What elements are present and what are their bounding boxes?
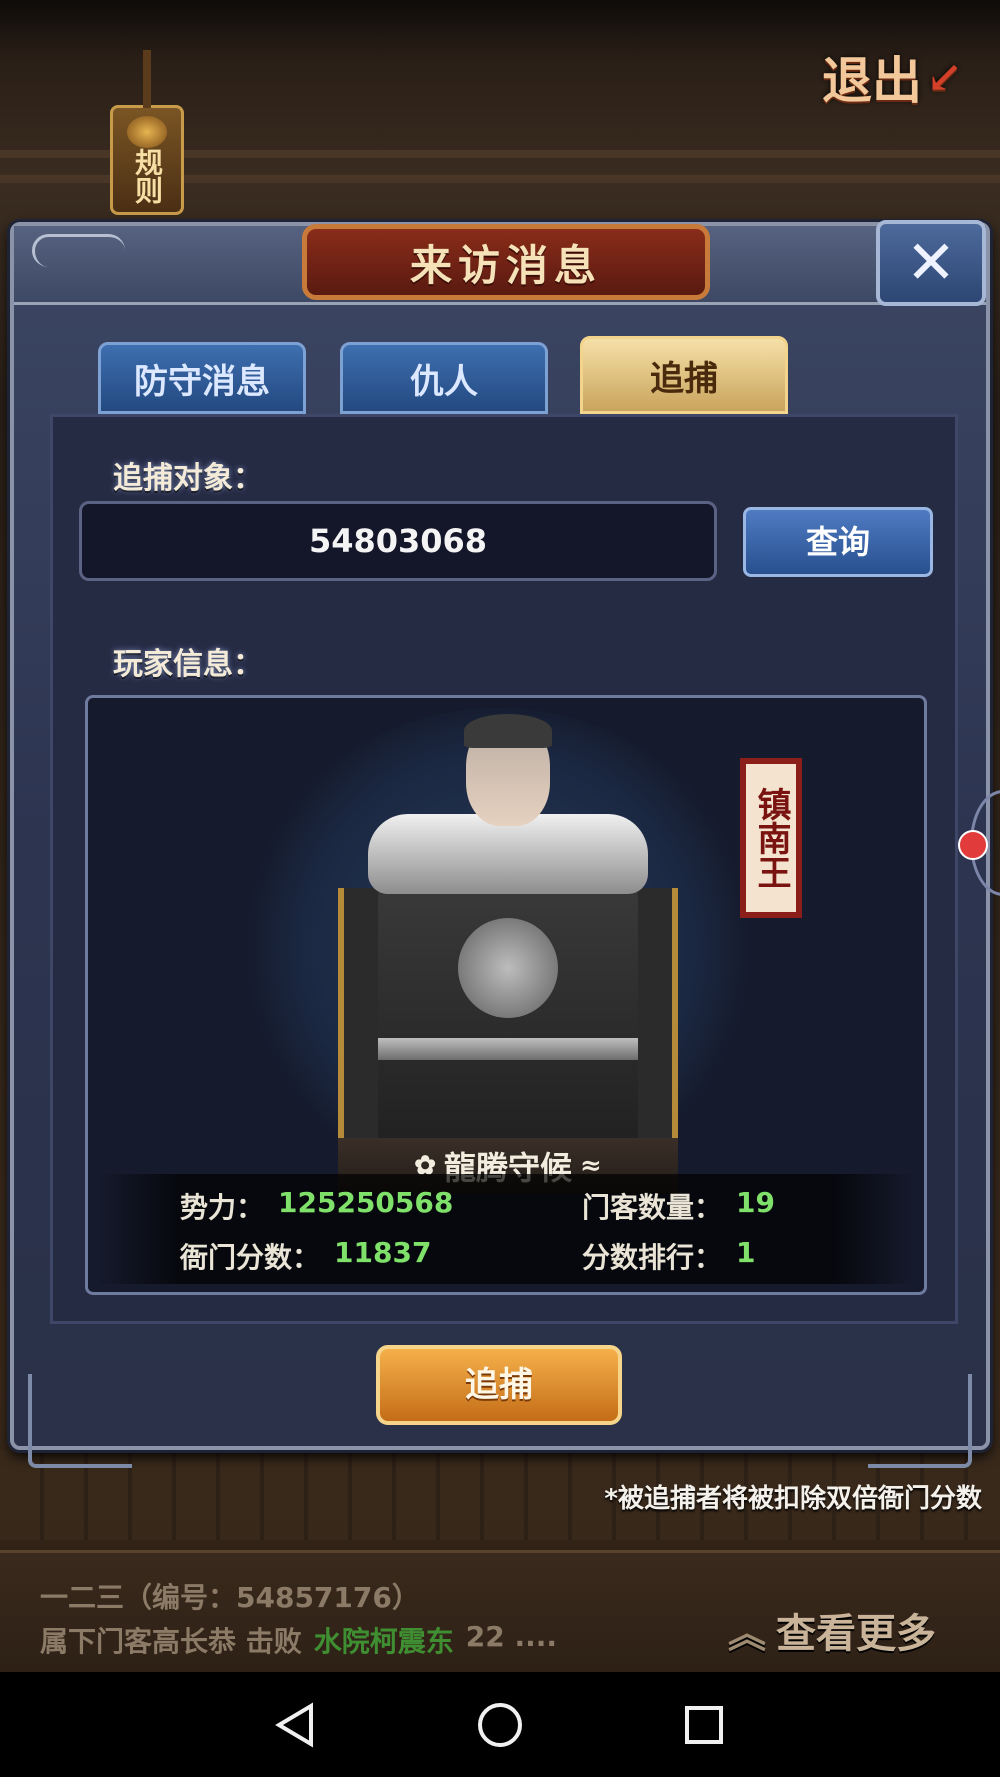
back-button[interactable] (236, 1672, 356, 1777)
target-id-input[interactable]: 54803068 (79, 501, 717, 581)
log-line-1: 一二三（编号：54857176） (40, 1576, 420, 1616)
home-button[interactable] (440, 1672, 560, 1777)
stat-label: 分数排行： (582, 1241, 723, 1274)
log-player-name: 水院柯震东 (313, 1625, 454, 1658)
recents-square-icon (685, 1705, 723, 1744)
stat-value: 11837 (334, 1236, 432, 1269)
log-line-2: 属下门客高长恭 击败 水院柯震东 22 .... (40, 1620, 557, 1660)
hair (464, 714, 552, 748)
player-portrait (338, 714, 678, 1178)
log-text: 属下门客高长恭 击败 (40, 1625, 302, 1658)
stat-value: 125250568 (278, 1186, 454, 1219)
view-more-label: 查看更多 (776, 1610, 937, 1657)
tab-defense-messages[interactable]: 防守消息 (98, 342, 306, 414)
visit-message-dialog: 来访消息 ✕ 防守消息 仇人 追捕 追捕对象： 54803068 查询 玩家信息… (10, 220, 990, 1468)
tab-label: 追捕 (650, 358, 718, 399)
stat-retainers: 门客数量： 19 (582, 1186, 775, 1226)
target-label: 追捕对象： (113, 461, 263, 496)
pursue-footnote: *被追捕者将被扣除双倍衙门分数 (604, 1484, 982, 1514)
fur-collar (368, 814, 648, 894)
player-card: 镇南王 ✿ 龍腾守候 ≈ 势力： 125250568 门客数量： 19 衙门分数… (85, 695, 927, 1295)
tab-enemies[interactable]: 仇人 (340, 342, 548, 414)
notification-dot (958, 830, 988, 860)
back-triangle-icon (275, 1701, 313, 1748)
tab-label: 仇人 (410, 361, 478, 402)
stats-band: 势力： 125250568 门客数量： 19 衙门分数： 11837 分数排行：… (98, 1174, 914, 1284)
view-more-button[interactable]: ︽ 查看更多 (728, 1600, 978, 1660)
stat-power: 势力： 125250568 (180, 1186, 453, 1226)
recents-button[interactable] (644, 1672, 764, 1777)
rules-button[interactable]: 规则 (110, 50, 184, 215)
lion-crest-icon (127, 116, 167, 148)
rules-label: 规则 (131, 148, 164, 204)
system-nav-bar (0, 1672, 1000, 1777)
tab-pursue[interactable]: 追捕 (580, 336, 788, 414)
dialog-title: 来访消息 (302, 224, 710, 300)
stat-label: 门客数量： (582, 1191, 723, 1224)
stat-value: 19 (736, 1186, 775, 1219)
robe (378, 868, 638, 1178)
dragon-emblem-icon (458, 918, 558, 1018)
stat-score-rank: 分数排行： 1 (582, 1236, 756, 1276)
player-info-label: 玩家信息： (113, 647, 263, 682)
corner-ornament-left (28, 1374, 132, 1468)
pursue-panel: 追捕对象： 54803068 查询 玩家信息： 镇南王 ✿ 龍腾守候 ≈ 势力：… (50, 414, 958, 1324)
log-text: 一二三（编号：54857176） (40, 1581, 420, 1614)
close-icon: ✕ (905, 228, 957, 298)
query-button[interactable]: 查询 (743, 507, 933, 577)
stat-label: 势力： (180, 1191, 265, 1224)
stat-value: 1 (736, 1236, 756, 1269)
exit-button[interactable]: 退出 ↙ (822, 42, 982, 112)
log-text: 22 .... (465, 1620, 558, 1653)
scroll-ornament-icon (32, 234, 125, 267)
tab-label: 防守消息 (134, 361, 270, 402)
belt (378, 1038, 638, 1060)
double-chevron-up-icon: ︽ (728, 1610, 767, 1656)
stat-label: 衙门分数： (180, 1241, 321, 1274)
title-seal: 镇南王 (740, 758, 802, 918)
rules-hanger (143, 50, 151, 108)
stat-yamen-score: 衙门分数： 11837 (180, 1236, 431, 1276)
corner-ornament-right (868, 1374, 972, 1468)
exit-arrow-icon: ↙ (926, 51, 963, 103)
home-circle-icon (478, 1702, 522, 1747)
exit-label: 退出 (822, 51, 922, 110)
pursue-button[interactable]: 追捕 (376, 1345, 622, 1425)
close-button[interactable]: ✕ (876, 220, 986, 306)
